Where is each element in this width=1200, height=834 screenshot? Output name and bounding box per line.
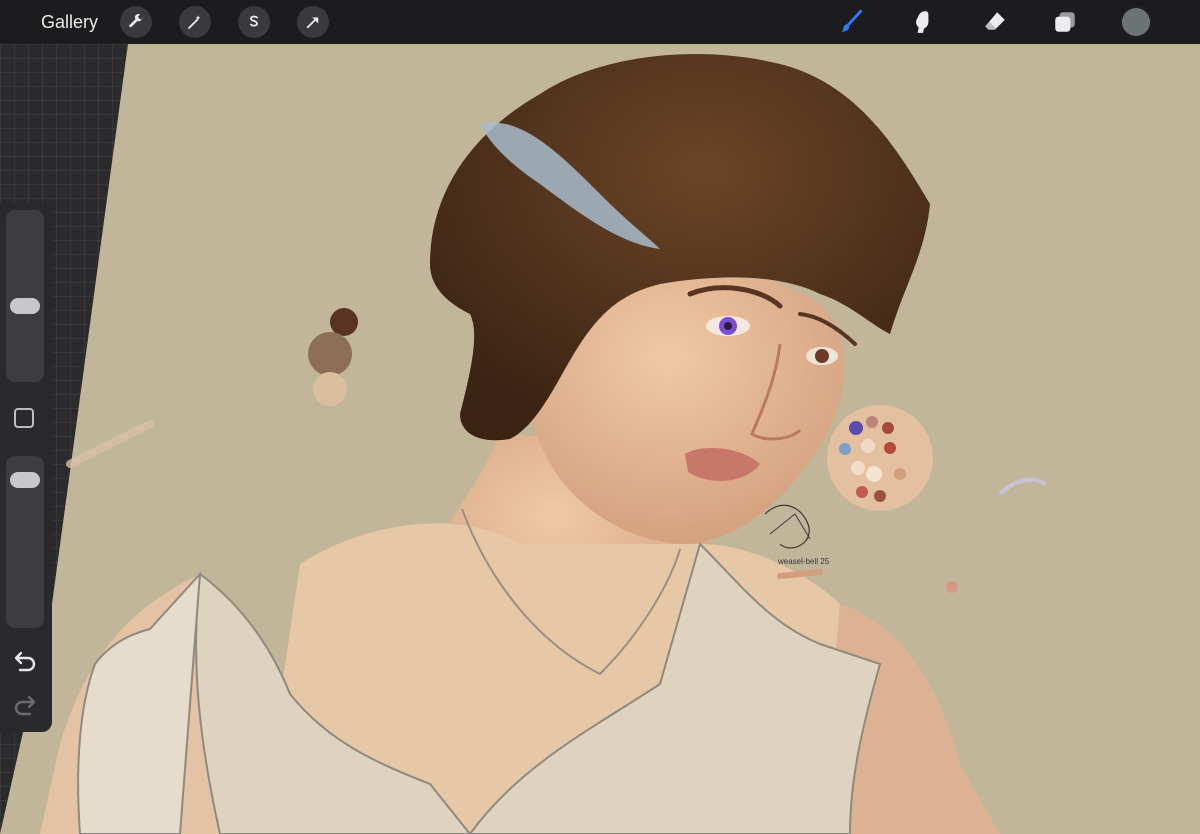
left-sidebar (0, 204, 52, 732)
selection-s-icon (250, 15, 258, 27)
opacity-knob[interactable] (10, 472, 40, 488)
redo-icon (14, 695, 36, 716)
magic-wand-icon (188, 15, 201, 29)
smudge-icon (916, 11, 929, 33)
brush-icon (841, 9, 863, 32)
redo-button[interactable] (12, 694, 38, 716)
gallery-button[interactable]: Gallery (41, 11, 98, 33)
paint-blob-light (313, 372, 347, 406)
smudge-button[interactable] (908, 7, 938, 37)
brush-button[interactable] (836, 7, 866, 37)
wrench-icon (129, 13, 144, 28)
selection-button[interactable] (238, 6, 270, 38)
layers-button[interactable] (1050, 7, 1080, 37)
top-toolbar: Gallery (0, 0, 1200, 44)
actions-button[interactable] (120, 6, 152, 38)
paint-blob-mid (308, 332, 352, 376)
color-picker-button[interactable] (1121, 7, 1151, 37)
brush-size-slider[interactable] (6, 210, 44, 382)
layers-icon (1055, 12, 1075, 32)
signature-text: weasel-bell 25 (777, 557, 830, 566)
paint-blob-dark (330, 308, 358, 336)
eraser-icon (985, 12, 1005, 30)
eraser-button[interactable] (980, 7, 1010, 37)
opacity-slider[interactable] (6, 456, 44, 628)
brush-size-knob[interactable] (10, 298, 40, 314)
drawing-canvas[interactable]: weasel-bell 25 (0, 44, 1200, 834)
adjustments-button[interactable] (179, 6, 211, 38)
modify-button[interactable] (14, 408, 34, 428)
transform-button[interactable] (297, 6, 329, 38)
transform-arrow-icon (306, 17, 319, 29)
undo-button[interactable] (12, 650, 38, 672)
undo-icon (14, 651, 36, 672)
right-iris (815, 349, 829, 363)
